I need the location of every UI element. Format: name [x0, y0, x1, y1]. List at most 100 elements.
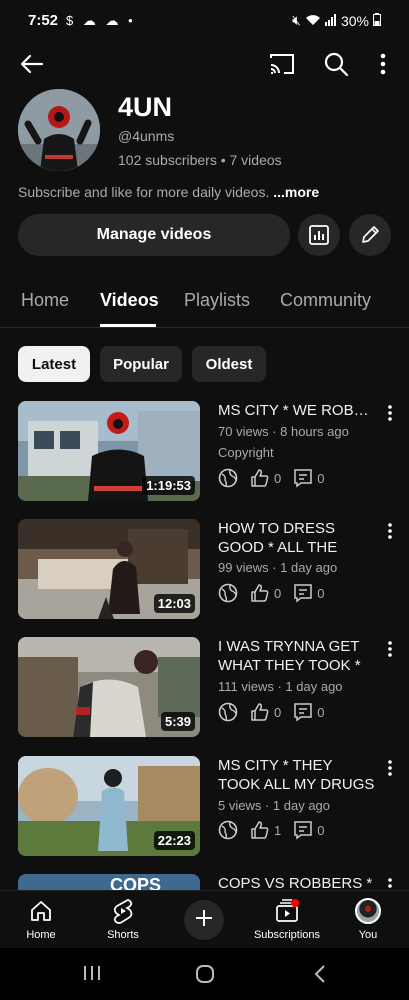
analytics-icon: [308, 224, 330, 246]
channel-stats: 102 subscribers • 7 videos: [118, 152, 282, 168]
video-thumbnail[interactable]: 5:39: [18, 637, 200, 737]
more-link[interactable]: ...more: [273, 184, 319, 200]
comment-icon: 0: [293, 820, 324, 840]
video-actions: 0 0: [218, 582, 336, 604]
subscriptions-icon: [248, 897, 326, 925]
bottom-navigation: Home Shorts Subscriptions You: [0, 890, 409, 948]
system-navigation-bar: [0, 948, 409, 1000]
status-bar: 7:52 $ ☁ ☁ • 🔇︎ 30%: [0, 0, 409, 42]
home-system-icon[interactable]: [195, 964, 215, 989]
channel-handle: @4unms: [118, 128, 175, 144]
video-thumbnail[interactable]: 1:19:53: [18, 401, 200, 501]
video-thumbnail[interactable]: COPS: [18, 874, 200, 890]
tab-playlists[interactable]: Playlists: [184, 290, 250, 311]
video-actions: 1 0: [218, 819, 336, 841]
tab-community[interactable]: Community: [280, 290, 371, 311]
you-avatar-icon: [330, 897, 406, 925]
chip-oldest[interactable]: Oldest: [192, 346, 266, 382]
signal-icon: [324, 13, 337, 29]
video-meta: 70 views · 8 hours ago: [218, 424, 349, 439]
video-title[interactable]: MS CITY * THEY TOOK ALL MY DRUGS *: [218, 756, 376, 794]
video-more-icon[interactable]: [384, 403, 396, 423]
like-icon: 0: [250, 468, 281, 488]
recent-apps-icon[interactable]: [82, 964, 102, 987]
like-icon: 0: [250, 583, 281, 603]
tab-home[interactable]: Home: [21, 290, 69, 311]
chip-popular[interactable]: Popular: [100, 346, 182, 382]
analytics-button[interactable]: [298, 214, 340, 256]
video-duration: 1:19:53: [142, 476, 195, 495]
tab-videos[interactable]: Videos: [100, 290, 159, 311]
video-title[interactable]: I WAS TRYNNA GET WHAT THEY TOOK * MS CIT…: [218, 637, 376, 675]
video-item[interactable]: 12:03 HOW TO DRESS GOOD * ALL THE NEW CL…: [0, 519, 409, 629]
battery-icon: [373, 12, 381, 29]
video-title[interactable]: HOW TO DRESS GOOD * ALL THE NEW CLOTHES …: [218, 519, 376, 557]
nav-you-label: You: [358, 929, 378, 941]
cast-icon[interactable]: [268, 50, 296, 78]
video-actions: 0 0: [218, 467, 336, 489]
nav-subscriptions[interactable]: Subscriptions: [248, 897, 326, 941]
more-vert-icon[interactable]: [370, 50, 396, 78]
back-arrow-icon[interactable]: [18, 50, 46, 78]
comment-icon: 0: [293, 583, 324, 603]
visibility-globe-icon: [218, 702, 238, 722]
nav-home[interactable]: Home: [3, 897, 79, 941]
video-more-icon[interactable]: [384, 639, 396, 659]
battery-percent: 30%: [340, 12, 369, 29]
video-title[interactable]: MS CITY * WE ROBBED THE SAFE *: [218, 401, 376, 420]
video-more-icon[interactable]: [384, 758, 396, 778]
wifi-icon: [305, 13, 321, 29]
like-count: 0: [274, 585, 282, 601]
clock: 7:52: [28, 12, 59, 29]
mute-icon: 🔇︎: [292, 12, 301, 28]
pencil-icon: [359, 224, 381, 246]
video-actions: 0 0: [218, 701, 336, 723]
notification-dot: [291, 899, 299, 907]
comment-count: 0: [317, 822, 325, 838]
video-more-icon[interactable]: [384, 521, 396, 541]
channel-description[interactable]: Subscribe and like for more daily videos…: [18, 184, 398, 200]
visibility-globe-icon: [218, 468, 238, 488]
video-item[interactable]: 22:23 MS CITY * THEY TOOK ALL MY DRUGS *…: [0, 756, 409, 866]
video-duration: 5:39: [160, 712, 195, 731]
video-thumbnail[interactable]: 12:03: [18, 519, 200, 619]
video-meta: 99 views · 1 day ago: [218, 560, 338, 575]
video-meta: 111 views · 1 day ago: [218, 679, 343, 694]
video-copyright[interactable]: Copyright: [218, 445, 274, 460]
like-icon: 1: [250, 820, 281, 840]
like-icon: 0: [250, 702, 281, 722]
like-count: 1: [274, 822, 282, 838]
shorts-icon: [85, 897, 161, 925]
home-icon: [3, 897, 79, 925]
chip-latest[interactable]: Latest: [18, 346, 90, 382]
description-text: Subscribe and like for more daily videos…: [18, 184, 274, 200]
status-right-area: 🔇︎ 30%: [292, 12, 381, 29]
edit-channel-button[interactable]: [349, 214, 391, 256]
comment-count: 0: [317, 470, 325, 486]
nav-shorts[interactable]: Shorts: [85, 897, 161, 941]
nav-you[interactable]: You: [330, 897, 406, 941]
video-item[interactable]: 1:19:53 MS CITY * WE ROBBED THE SAFE * 7…: [0, 401, 409, 511]
back-system-icon[interactable]: [312, 964, 328, 989]
thumbnail-text: COPS: [110, 875, 162, 890]
visibility-globe-icon: [218, 820, 238, 840]
plus-icon: [194, 908, 214, 933]
channel-name: 4UN: [118, 92, 173, 122]
manage-videos-button[interactable]: Manage videos: [18, 214, 290, 256]
nav-home-label: Home: [26, 929, 56, 941]
nav-subscriptions-label: Subscriptions: [253, 929, 321, 941]
video-item[interactable]: 5:39 I WAS TRYNNA GET WHAT THEY TOOK * M…: [0, 637, 409, 747]
channel-avatar[interactable]: [18, 89, 100, 171]
channel-tabs: Home Videos Playlists Community: [0, 276, 409, 328]
like-count: 0: [274, 470, 282, 486]
video-thumbnail[interactable]: 22:23: [18, 756, 200, 856]
video-meta: 5 views · 1 day ago: [218, 798, 331, 813]
comment-icon: 0: [293, 468, 324, 488]
comment-count: 0: [317, 704, 325, 720]
search-icon[interactable]: [322, 50, 350, 78]
comment-icon: 0: [293, 702, 324, 722]
create-button[interactable]: [184, 900, 224, 940]
video-duration: 12:03: [153, 594, 195, 613]
active-tab-indicator: [100, 324, 156, 327]
nav-shorts-label: Shorts: [107, 929, 139, 941]
